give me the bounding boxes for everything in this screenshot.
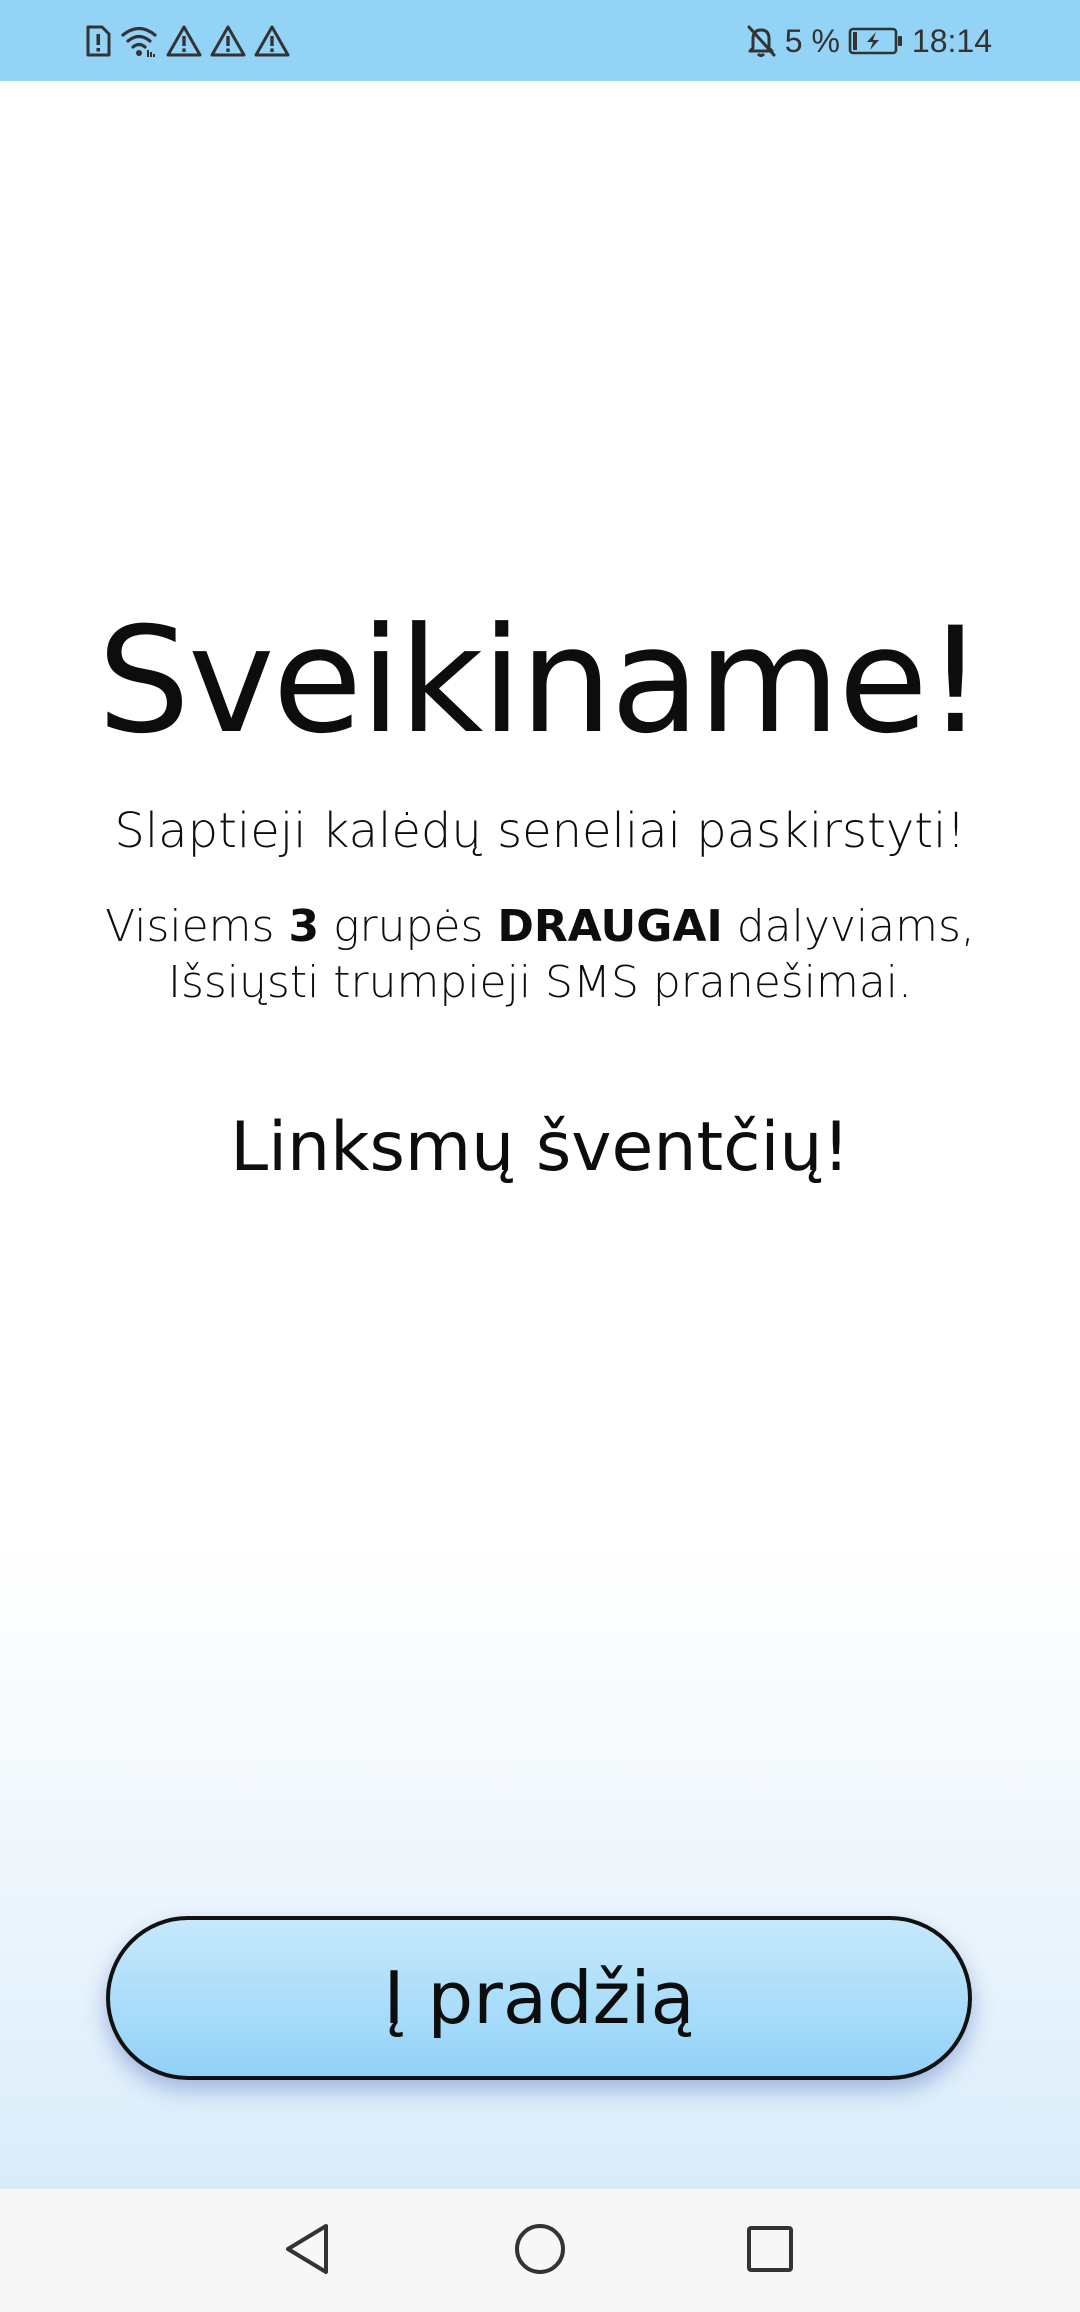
wifi-icon [120, 24, 158, 58]
back-button[interactable] [276, 2219, 340, 2283]
home-button-label: Į pradžią [383, 1956, 695, 2040]
greeting: Linksmų šventčių! [230, 1108, 850, 1187]
sms-sent-message: Visiems 3 grupės DRAUGAI dalyviams, Išsi… [0, 899, 1080, 1011]
content-area: Sveikiname! Slaptieji kalėdų seneliai pa… [0, 81, 1080, 2189]
message-suffix: dalyviams, [722, 901, 975, 952]
message-prefix: Visiems [105, 901, 289, 952]
group-name: DRAUGAI [497, 901, 723, 952]
status-bar: 5 % 18:14 [0, 0, 1080, 81]
subtitle: Slaptieji kalėdų seneliai paskirstyti! [114, 803, 966, 859]
navigation-bar [0, 2189, 1080, 2312]
recent-apps-button[interactable] [738, 2219, 802, 2283]
warning-icon [166, 24, 202, 58]
notifications-off-icon [745, 24, 777, 58]
warning-icon [210, 24, 246, 58]
status-icons-left [84, 20, 290, 62]
home-nav-button[interactable] [508, 2219, 572, 2283]
message-middle: grupės [319, 901, 498, 952]
battery-charging-icon [848, 26, 904, 56]
recent-apps-icon [744, 2223, 796, 2279]
warning-icon [254, 24, 290, 58]
sim-alert-icon [84, 24, 112, 58]
participant-count: 3 [288, 901, 320, 952]
home-icon [512, 2221, 568, 2281]
battery-percentage: 5 % [784, 23, 840, 59]
message-line2: Išsiųsti trumpieji SMS pranešimai. [167, 957, 912, 1008]
back-icon [282, 2221, 334, 2281]
status-time: 18:14 [911, 23, 992, 59]
page-title: Sveikiname! [97, 596, 984, 766]
home-button[interactable]: Į pradžią [106, 1916, 972, 2080]
status-icons-right: 5 % 18:14 [745, 20, 992, 62]
